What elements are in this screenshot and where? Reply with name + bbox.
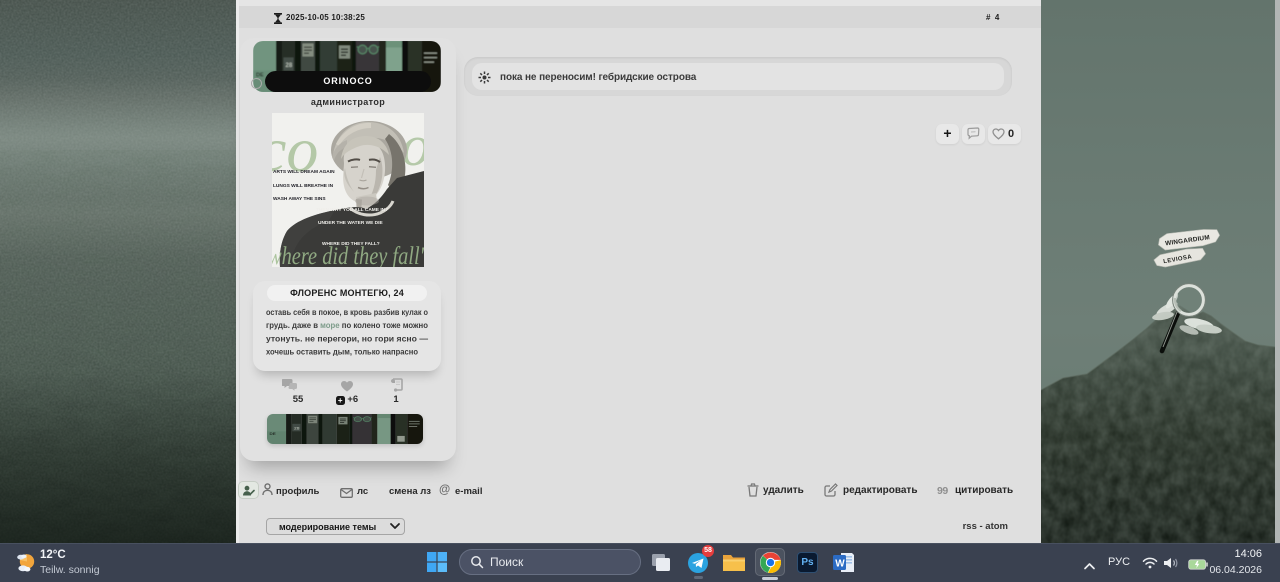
svg-text:грудь. даже в море по колено т: грудь. даже в море по колено тоже можно [266, 321, 428, 330]
svg-text:where did they fall': where did they fall' [272, 243, 424, 267]
svg-text:хочешь оставить дым, только на: хочешь оставить дым, только напрасно [266, 348, 418, 357]
svg-text:THEN WHY YOU ALL CAME IN?: THEN WHY YOU ALL CAME IN? [316, 207, 388, 213]
svg-text:оставь себя в покое, в кровь р: оставь себя в покое, в кровь разбив кула… [266, 308, 428, 317]
svg-text:WASH AWAY THE SINS: WASH AWAY THE SINS [273, 196, 326, 202]
svg-text:утонуть. не перегори, но гори: утонуть. не перегори, но гори ясно — [266, 334, 429, 343]
svg-text:ARTS WILL DREAM AGAIN: ARTS WILL DREAM AGAIN [273, 169, 335, 175]
svg-text:UNDER THE WATER WE DIE: UNDER THE WATER WE DIE [318, 220, 383, 226]
svg-text:LUNGS WILL BREATHE IN: LUNGS WILL BREATHE IN [273, 183, 334, 189]
svg-text:W: W [835, 559, 845, 570]
